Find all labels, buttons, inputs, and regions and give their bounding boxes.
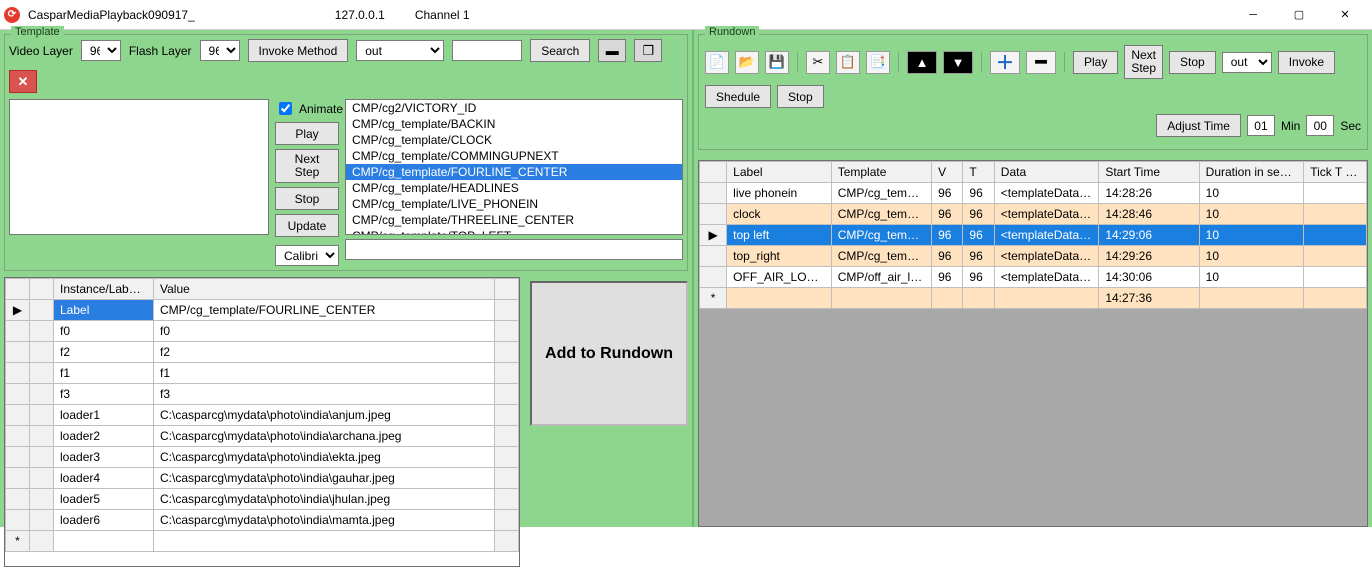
template-list-item[interactable]: CMP/cg_template/COMMINGUPNEXT	[346, 148, 682, 164]
flash-layer-select[interactable]: 96	[200, 40, 240, 61]
adjust-min-input[interactable]	[1247, 115, 1275, 136]
details-row[interactable]: loader2C:\casparcg\mydata\photo\india\ar…	[6, 426, 519, 447]
stop-button[interactable]: Stop	[275, 187, 339, 210]
details-row[interactable]: ▶LabelCMP/cg_template/FOURLINE_CENTER	[6, 300, 519, 321]
details-row[interactable]: loader1C:\casparcg\mydata\photo\india\an…	[6, 405, 519, 426]
invoke-out-select[interactable]: out	[356, 40, 444, 61]
rundown-row[interactable]: live phoneinCMP/cg_templat...9696<templa…	[700, 183, 1367, 204]
template-list-item[interactable]: CMP/cg_template/BACKIN	[346, 116, 682, 132]
details-row[interactable]: f3f3	[6, 384, 519, 405]
rundown-legend: Rundown	[705, 26, 759, 38]
invoke-method-button[interactable]: Invoke Method	[248, 39, 349, 62]
add-icon[interactable]: ＋	[990, 51, 1020, 74]
rundown-row[interactable]: ▶top leftCMP/cg_templat...9696<templateD…	[700, 225, 1367, 246]
move-up-icon[interactable]: ▲	[907, 51, 937, 74]
title-app: CasparMediaPlayback090917_	[28, 8, 195, 22]
rd-stop-button[interactable]: Stop	[1169, 51, 1216, 74]
template-list-item[interactable]: CMP/cg_template/TOP_LEFT	[346, 228, 682, 235]
adjust-time-button[interactable]: Adjust Time	[1156, 114, 1241, 137]
maximize-button[interactable]: ▢	[1276, 0, 1322, 30]
font-select[interactable]: Calibri	[275, 245, 339, 266]
app-icon: ⟳	[4, 7, 20, 23]
template-path-input[interactable]	[345, 239, 683, 260]
move-down-icon[interactable]: ▼	[943, 51, 973, 74]
details-col-name[interactable]: Instance/Label Name	[54, 279, 154, 300]
animate-checkbox[interactable]	[279, 102, 292, 115]
rd-out-select[interactable]: out	[1222, 52, 1272, 73]
rd-stop2-button[interactable]: Stop	[777, 85, 824, 108]
template-list-item[interactable]: CMP/cg_template/FOURLINE_CENTER	[346, 164, 682, 180]
search-input[interactable]	[452, 40, 522, 61]
rundown-col[interactable]: Data	[994, 162, 1099, 183]
rundown-col[interactable]: Start Time	[1099, 162, 1199, 183]
update-button[interactable]: Update	[275, 214, 339, 237]
details-row[interactable]: f0f0	[6, 321, 519, 342]
template-list-item[interactable]: CMP/cg_template/CLOCK	[346, 132, 682, 148]
video-layer-label: Video Layer	[9, 44, 73, 58]
flash-layer-label: Flash Layer	[129, 44, 192, 58]
titlebar: ⟳ CasparMediaPlayback090917_ 127.0.0.1 C…	[0, 0, 1372, 30]
close-button[interactable]: ✕	[1322, 0, 1368, 30]
rd-shedule-button[interactable]: Shedule	[705, 85, 771, 108]
details-col-value[interactable]: Value	[154, 279, 495, 300]
add-to-rundown-button[interactable]: Add to Rundown	[530, 281, 688, 426]
rundown-col[interactable]: V	[932, 162, 963, 183]
details-grid[interactable]: Instance/Label Name Value ▶LabelCMP/cg_t…	[4, 277, 520, 567]
rundown-col[interactable]: Label	[727, 162, 832, 183]
template-legend: Template	[11, 26, 64, 38]
rundown-col[interactable]: Duration in second	[1199, 162, 1304, 183]
rundown-group: Rundown 📄 📂 💾 ✂ 📋 📑 ▲ ▼ ＋ ━ Play NextSte…	[698, 34, 1368, 150]
search-button[interactable]: Search	[530, 39, 590, 62]
template-preview	[9, 99, 269, 235]
copy-icon[interactable]: 📋	[836, 51, 860, 74]
template-group: Template Video Layer 96 Flash Layer 96 I…	[4, 34, 688, 271]
play-button[interactable]: Play	[275, 122, 339, 145]
title-channel: Channel 1	[415, 8, 470, 22]
template-list-item[interactable]: CMP/cg_template/LIVE_PHONEIN	[346, 196, 682, 212]
save-icon[interactable]: 💾	[765, 51, 789, 74]
video-layer-select[interactable]: 96	[81, 40, 121, 61]
min-label: Min	[1281, 119, 1300, 133]
next-step-button[interactable]: NextStep	[275, 149, 339, 183]
rundown-col[interactable]	[700, 162, 727, 183]
rd-invoke-button[interactable]: Invoke	[1278, 51, 1335, 74]
details-row[interactable]: f1f1	[6, 363, 519, 384]
remove-icon[interactable]: ━	[1026, 51, 1056, 74]
template-list-item[interactable]: CMP/cg_template/HEADLINES	[346, 180, 682, 196]
animate-label: Animate	[299, 102, 343, 116]
minimize-button[interactable]: ─	[1230, 0, 1276, 30]
window-minimize-icon[interactable]: ▬	[598, 39, 626, 62]
rd-next-step-button[interactable]: NextStep	[1124, 45, 1163, 79]
cut-icon[interactable]: ✂	[806, 51, 830, 74]
template-list[interactable]: CMP/cg2/VICTORY_IDCMP/cg_template/BACKIN…	[345, 99, 683, 235]
sec-label: Sec	[1340, 119, 1361, 133]
details-row[interactable]: f2f2	[6, 342, 519, 363]
new-icon[interactable]: 📄	[705, 51, 729, 74]
rundown-grid[interactable]: LabelTemplateVTDataStart TimeDuration in…	[698, 160, 1368, 527]
rd-play-button[interactable]: Play	[1073, 51, 1118, 74]
open-icon[interactable]: 📂	[735, 51, 759, 74]
details-row[interactable]: loader4C:\casparcg\mydata\photo\india\ga…	[6, 468, 519, 489]
rundown-col[interactable]: Tick T (ms)	[1304, 162, 1367, 183]
rundown-row[interactable]: clockCMP/cg_templat...9696<templateData>…	[700, 204, 1367, 225]
rundown-row[interactable]: OFF_AIR_LOGG...CMP/off_air_logg...9696<t…	[700, 267, 1367, 288]
paste-icon[interactable]: 📑	[866, 51, 890, 74]
rundown-col[interactable]: T	[963, 162, 994, 183]
rundown-col[interactable]: Template	[831, 162, 931, 183]
window-close-icon[interactable]: ✕	[9, 70, 37, 93]
title-ip: 127.0.0.1	[335, 8, 385, 22]
template-list-item[interactable]: CMP/cg_template/THREELINE_CENTER	[346, 212, 682, 228]
rundown-row[interactable]: *14:27:36	[700, 288, 1367, 309]
template-list-item[interactable]: CMP/cg2/VICTORY_ID	[346, 100, 682, 116]
animate-check-wrap[interactable]: Animate	[275, 99, 339, 118]
details-row[interactable]: loader5C:\casparcg\mydata\photo\india\jh…	[6, 489, 519, 510]
adjust-sec-input[interactable]	[1306, 115, 1334, 136]
details-row[interactable]: loader6C:\casparcg\mydata\photo\india\ma…	[6, 510, 519, 531]
window-restore-icon[interactable]: ❐	[634, 39, 662, 62]
details-row[interactable]: loader3C:\casparcg\mydata\photo\india\ek…	[6, 447, 519, 468]
rundown-row[interactable]: top_rightCMP/cg_templat...9696<templateD…	[700, 246, 1367, 267]
